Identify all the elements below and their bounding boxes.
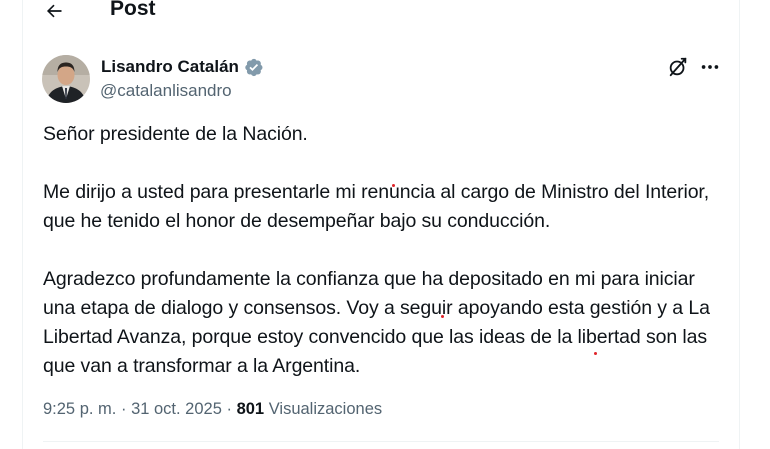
page-title: Post — [110, 0, 156, 20]
author-name-row: Lisandro Catalán — [101, 56, 264, 78]
post-column: Post Lisandro Catalán @catalanlisandro S… — [22, 0, 740, 449]
annotation-dot — [392, 184, 395, 187]
arrow-left-icon — [46, 4, 62, 18]
author-name[interactable]: Lisandro Catalán — [101, 56, 239, 78]
annotation-dot — [594, 352, 597, 355]
tweet-paragraph: Agradezco profundamente la confianza que… — [43, 268, 710, 377]
views-count[interactable]: 801 — [237, 400, 265, 418]
post-header: Post — [23, 0, 739, 30]
tweet-paragraph: Señor presidente de la Nación. — [43, 123, 308, 145]
post-meta: 9:25 p. m. · 31 oct. 2025 · 801 Visualiz… — [43, 398, 382, 420]
back-button[interactable] — [43, 0, 65, 22]
grok-button[interactable] — [667, 56, 689, 78]
more-horizontal-icon — [701, 65, 719, 69]
tweet-text: Señor presidente de la Nación. Me dirijo… — [43, 120, 723, 381]
post-date[interactable]: 31 oct. 2025 — [131, 400, 222, 418]
author-handle[interactable]: @catalanlisandro — [100, 80, 232, 102]
meta-separator: · — [226, 400, 232, 418]
divider — [43, 441, 719, 442]
meta-separator: · — [120, 400, 127, 418]
verified-badge-icon — [243, 57, 264, 78]
tweet-paragraph: Me dirijo a usted para presentarle mi re… — [43, 181, 710, 232]
grok-icon — [669, 57, 687, 77]
annotation-dot — [441, 315, 444, 318]
more-options-button[interactable] — [699, 56, 721, 78]
post-time[interactable]: 9:25 p. m. — [43, 400, 116, 418]
views-label: Visualizaciones — [268, 400, 383, 418]
avatar[interactable] — [42, 55, 90, 103]
